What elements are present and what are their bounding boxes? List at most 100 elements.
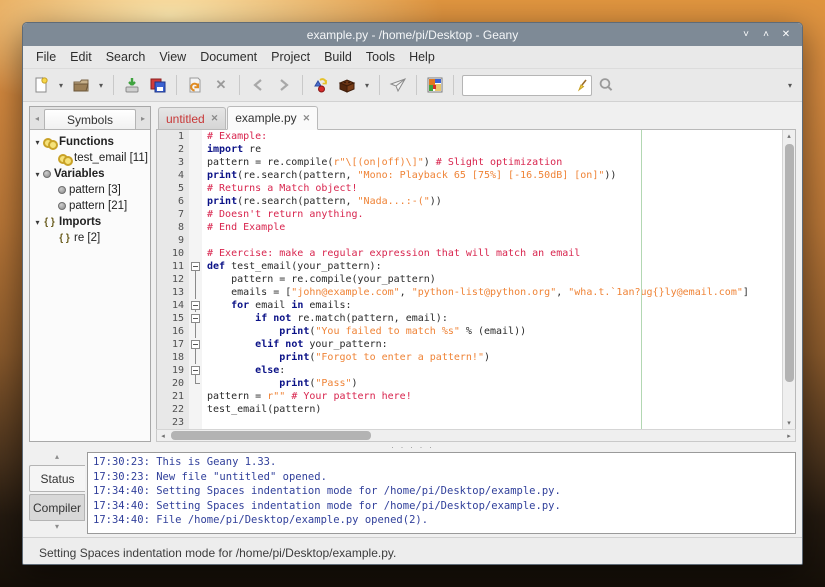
- menu-document[interactable]: Document: [193, 48, 264, 66]
- tree-item-re[interactable]: { }re [2]: [32, 230, 148, 246]
- fold-margin: [189, 143, 202, 156]
- clear-search-broom-icon[interactable]: [575, 78, 589, 92]
- scroll-left-icon[interactable]: ◂: [157, 430, 169, 442]
- fold-margin[interactable]: [189, 312, 202, 325]
- code-line-21[interactable]: 21pattern = r"" # Your pattern here!: [157, 390, 782, 403]
- compile-button[interactable]: [309, 73, 333, 97]
- build-button[interactable]: [335, 73, 359, 97]
- code-line-2[interactable]: 2import re: [157, 143, 782, 156]
- toolbar-separator: [302, 75, 303, 95]
- code-line-17[interactable]: 17 elif not your_pattern:: [157, 338, 782, 351]
- menu-tools[interactable]: Tools: [359, 48, 402, 66]
- message-tabs-scroll-up-icon[interactable]: ▴: [29, 452, 85, 464]
- sidebar-tab-scroll-right-icon[interactable]: ▸: [136, 107, 150, 129]
- save-all-button[interactable]: [146, 73, 170, 97]
- code-line-9[interactable]: 9: [157, 234, 782, 247]
- maximize-button[interactable]: ˄: [758, 29, 774, 40]
- horizontal-scrollbar-thumb[interactable]: [171, 431, 371, 440]
- vertical-scrollbar[interactable]: ▴ ▾: [782, 130, 795, 429]
- code-line-23[interactable]: 23: [157, 416, 782, 429]
- titlebar[interactable]: example.py - /home/pi/Desktop - Geany ˅ …: [23, 23, 802, 46]
- expander-icon[interactable]: ▾: [32, 138, 43, 147]
- fold-margin[interactable]: [189, 338, 202, 351]
- code-line-4[interactable]: 4print(re.search(pattern, "Mono: Playbac…: [157, 169, 782, 182]
- code-line-14[interactable]: 14 for email in emails:: [157, 299, 782, 312]
- code-line-11[interactable]: 11def test_email(your_pattern):: [157, 260, 782, 273]
- code-line-5[interactable]: 5# Returns a Match object!: [157, 182, 782, 195]
- fold-collapse-icon: [191, 262, 200, 271]
- scroll-down-icon[interactable]: ▾: [783, 417, 795, 429]
- code-line-15[interactable]: 15 if not re.match(pattern, email):: [157, 312, 782, 325]
- code-line-20[interactable]: 20 print("Pass"): [157, 377, 782, 390]
- minimize-button[interactable]: ˅: [738, 29, 754, 40]
- code-line-13[interactable]: 13 emails = ["john@example.com", "python…: [157, 286, 782, 299]
- fold-margin[interactable]: [189, 364, 202, 377]
- tab-close-icon[interactable]: ✕: [211, 113, 219, 124]
- tree-item-pattern[interactable]: pattern [3]: [32, 182, 148, 198]
- close-button[interactable]: ✕: [778, 29, 794, 40]
- fold-margin[interactable]: [189, 260, 202, 273]
- editor[interactable]: 1# Example:2import re3pattern = re.compi…: [156, 130, 796, 429]
- menu-build[interactable]: Build: [317, 48, 359, 66]
- code-line-19[interactable]: 19 else:: [157, 364, 782, 377]
- code-line-7[interactable]: 7# Doesn't return anything.: [157, 208, 782, 221]
- code-line-16[interactable]: 16 print("You failed to match %s" % (ema…: [157, 325, 782, 338]
- line-number: 9: [157, 234, 189, 247]
- code-line-12[interactable]: 12 pattern = re.compile(your_pattern): [157, 273, 782, 286]
- navigate-back-button[interactable]: [246, 73, 270, 97]
- scroll-up-icon[interactable]: ▴: [783, 130, 795, 142]
- scroll-right-icon[interactable]: ▸: [783, 430, 795, 442]
- run-button[interactable]: [386, 73, 410, 97]
- tree-item-variables[interactable]: ▾ Variables: [32, 166, 148, 182]
- code-line-3[interactable]: 3pattern = re.compile(r"\[(on|off)\]") #…: [157, 156, 782, 169]
- tab-symbols[interactable]: Symbols: [44, 109, 136, 129]
- open-file-button[interactable]: [69, 73, 93, 97]
- tab-compiler[interactable]: Compiler: [29, 494, 85, 521]
- expander-icon[interactable]: ▾: [32, 170, 43, 179]
- tab-status[interactable]: Status: [29, 465, 85, 492]
- tree-item-label: Variables: [54, 168, 105, 180]
- code-line-8[interactable]: 8# End Example: [157, 221, 782, 234]
- tab-close-icon[interactable]: ✕: [303, 113, 311, 124]
- horizontal-scrollbar[interactable]: ◂ ▸: [156, 429, 796, 442]
- code-line-6[interactable]: 6print(re.search(pattern, "Nada...:-(")): [157, 195, 782, 208]
- revert-button[interactable]: [183, 73, 207, 97]
- menu-search[interactable]: Search: [99, 48, 153, 66]
- expander-icon[interactable]: ▾: [32, 218, 43, 227]
- message-tabs-scroll-down-icon[interactable]: ▾: [29, 522, 85, 534]
- menu-project[interactable]: Project: [264, 48, 317, 66]
- sidebar-tab-scroll-left-icon[interactable]: ◂: [30, 107, 44, 129]
- code-line-22[interactable]: 22test_email(pattern): [157, 403, 782, 416]
- code-line-10[interactable]: 10# Exercise: make a regular expression …: [157, 247, 782, 260]
- pane-splitter-handle[interactable]: · · · · ·: [23, 442, 802, 452]
- open-file-dropdown[interactable]: ▾: [95, 73, 107, 97]
- vertical-scrollbar-thumb[interactable]: [785, 144, 794, 382]
- new-file-button[interactable]: [29, 73, 53, 97]
- code-area[interactable]: 1# Example:2import re3pattern = re.compi…: [157, 130, 782, 429]
- toolbar-separator: [416, 75, 417, 95]
- menu-help[interactable]: Help: [402, 48, 442, 66]
- fold-margin[interactable]: [189, 299, 202, 312]
- document-tabbar: untitled✕example.py✕: [156, 106, 796, 130]
- toolbar-overflow-dropdown[interactable]: ▾: [784, 73, 796, 97]
- build-dropdown[interactable]: ▾: [361, 73, 373, 97]
- navigate-forward-button[interactable]: [272, 73, 296, 97]
- code-line-1[interactable]: 1# Example:: [157, 130, 782, 143]
- color-chooser-button[interactable]: [423, 73, 447, 97]
- tree-item-pattern[interactable]: pattern [21]: [32, 198, 148, 214]
- menu-file[interactable]: File: [29, 48, 63, 66]
- tree-item-test_email[interactable]: test_email [11]: [32, 150, 148, 166]
- toolbar-search-input[interactable]: [462, 75, 592, 96]
- save-button[interactable]: [120, 73, 144, 97]
- tree-item-imports[interactable]: ▾{ }Imports: [32, 214, 148, 230]
- tab-example.py[interactable]: example.py✕: [227, 106, 318, 130]
- new-file-dropdown[interactable]: ▾: [55, 73, 67, 97]
- search-button[interactable]: [594, 73, 618, 97]
- tree-item-functions[interactable]: ▾Functions: [32, 134, 148, 150]
- status-messages[interactable]: 17:30:23: This is Geany 1.33.17:30:23: N…: [87, 452, 796, 534]
- close-document-button[interactable]: ✕: [209, 73, 233, 97]
- tab-untitled[interactable]: untitled✕: [158, 107, 226, 129]
- menu-view[interactable]: View: [152, 48, 193, 66]
- menu-edit[interactable]: Edit: [63, 48, 99, 66]
- code-line-18[interactable]: 18 print("Forgot to enter a pattern!"): [157, 351, 782, 364]
